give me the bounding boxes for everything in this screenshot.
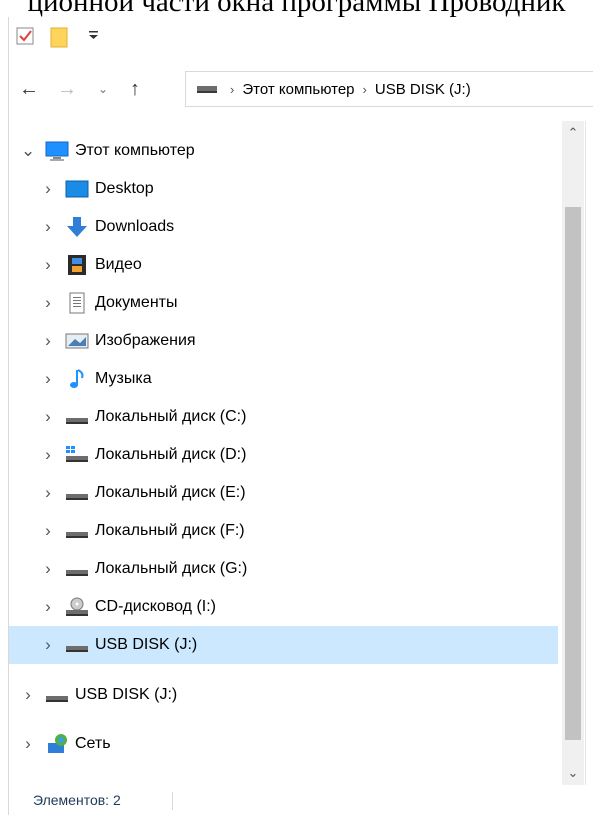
status-divider	[172, 792, 173, 810]
chevron-right-icon[interactable]: ›	[41, 255, 55, 275]
tree-item-usb-disk-selected[interactable]: › USB DISK (J:)	[9, 626, 558, 664]
chevron-right-icon[interactable]: ›	[41, 217, 55, 237]
chevron-right-icon[interactable]: ›	[41, 331, 55, 351]
explorer-window: ← → ⌄ ↑ › Этот компьютер › USB DISK (J:)…	[8, 17, 593, 815]
tree-item-drive-d[interactable]: › Локальный диск (D:)	[41, 436, 246, 474]
tree-item-label: Музыка	[95, 370, 152, 387]
drive-icon	[65, 482, 89, 504]
tree-item-desktop[interactable]: › Desktop	[41, 170, 154, 208]
breadcrumb-item[interactable]: USB DISK (J:)	[375, 81, 471, 98]
properties-icon[interactable]	[15, 25, 37, 52]
download-icon	[65, 216, 89, 238]
content-pane-edge	[585, 121, 593, 785]
chevron-right-icon[interactable]: ›	[41, 635, 55, 655]
desktop-icon	[65, 178, 89, 200]
chevron-right-icon[interactable]: ›	[21, 734, 35, 754]
tree-item-label: Локальный диск (D:)	[95, 446, 247, 463]
drive-icon	[196, 81, 218, 98]
tree-item-label: USB DISK (J:)	[75, 686, 178, 703]
tree-item-label: Видео	[95, 256, 142, 273]
chevron-right-icon[interactable]: ›	[41, 407, 55, 427]
chevron-right-icon[interactable]: ›	[41, 559, 55, 579]
video-icon	[65, 254, 89, 276]
network-icon	[45, 733, 69, 755]
item-count: Элементов: 2	[33, 792, 121, 808]
chevron-right-icon[interactable]: ›	[41, 521, 55, 541]
chevron-right-icon[interactable]: ›	[41, 483, 55, 503]
tree-item-video[interactable]: › Видео	[41, 246, 142, 284]
scroll-down-icon[interactable]: ⌄	[562, 761, 584, 785]
tree-item-pictures[interactable]: › Изображения	[41, 322, 196, 360]
drive-icon	[65, 406, 89, 428]
tree-item-this-pc[interactable]: ⌄ Этот компьютер	[21, 132, 195, 170]
chevron-right-icon[interactable]: ›	[41, 369, 55, 389]
back-icon[interactable]: ←	[15, 75, 43, 103]
usb-drive-icon	[65, 634, 89, 656]
chevron-right-icon[interactable]: ›	[41, 445, 55, 465]
navigation-pane: ⌄ Этот компьютер › Desktop › Downloads ›	[9, 121, 562, 761]
status-bar: Элементов: 2	[9, 785, 593, 815]
tree-item-drive-e[interactable]: › Локальный диск (E:)	[41, 474, 246, 512]
page-caption: ционной части окна программы Проводник	[27, 0, 566, 18]
tree-item-label: USB DISK (J:)	[95, 636, 198, 653]
tree-item-label: Сеть	[75, 735, 111, 752]
vertical-scrollbar[interactable]: ⌃ ⌄	[562, 121, 584, 785]
tree-item-drive-f[interactable]: › Локальный диск (F:)	[41, 512, 245, 550]
quick-access-toolbar	[9, 17, 593, 55]
forward-icon[interactable]: →	[53, 75, 81, 103]
tree-item-label: Desktop	[95, 180, 154, 197]
chevron-right-icon[interactable]: ›	[230, 82, 234, 97]
tree-item-label: Изображения	[95, 332, 196, 349]
tree-item-documents[interactable]: › Документы	[41, 284, 177, 322]
tree-item-cd-drive[interactable]: › CD-дисковод (I:)	[41, 588, 216, 626]
tree-item-label: Документы	[95, 294, 178, 311]
tree-item-label: Локальный диск (E:)	[95, 484, 246, 501]
tree-item-downloads[interactable]: › Downloads	[41, 208, 174, 246]
chevron-right-icon[interactable]: ›	[41, 597, 55, 617]
chevron-right-icon[interactable]: ›	[41, 293, 55, 313]
tree-item-drive-c[interactable]: › Локальный диск (C:)	[41, 398, 246, 436]
up-icon[interactable]: ↑	[121, 75, 149, 103]
system-drive-icon	[65, 444, 89, 466]
tree-item-network[interactable]: › Сеть	[21, 725, 111, 763]
usb-drive-icon	[45, 684, 69, 706]
computer-icon	[45, 140, 69, 162]
new-folder-icon[interactable]	[49, 25, 71, 54]
tree-item-label: Локальный диск (F:)	[95, 522, 245, 539]
music-icon	[65, 368, 89, 390]
tree-item-label: CD-дисковод (I:)	[95, 598, 216, 615]
scroll-up-icon[interactable]: ⌃	[562, 121, 584, 145]
customize-toolbar-icon[interactable]	[87, 28, 101, 47]
scrollbar-thumb[interactable]	[565, 207, 581, 740]
tree-item-label: Локальный диск (C:)	[95, 408, 247, 425]
tree-item-music[interactable]: › Музыка	[41, 360, 152, 398]
tree-item-usb-disk[interactable]: › USB DISK (J:)	[21, 676, 177, 714]
drive-icon	[65, 520, 89, 542]
documents-icon	[65, 292, 89, 314]
tree-item-label: Этот компьютер	[75, 142, 195, 159]
chevron-down-icon[interactable]: ⌄	[21, 141, 35, 161]
tree-item-label: Downloads	[95, 218, 175, 235]
drive-icon	[65, 558, 89, 580]
cd-drive-icon	[65, 596, 89, 618]
chevron-right-icon[interactable]: ›	[21, 685, 35, 705]
address-bar[interactable]: › Этот компьютер › USB DISK (J:)	[185, 71, 593, 107]
tree-item-label: Локальный диск (G:)	[95, 560, 248, 577]
tree-item-drive-g[interactable]: › Локальный диск (G:)	[41, 550, 247, 588]
chevron-right-icon[interactable]: ›	[363, 82, 367, 97]
breadcrumb-item[interactable]: Этот компьютер	[242, 81, 354, 98]
navigation-bar: ← → ⌄ ↑ › Этот компьютер › USB DISK (J:)	[9, 69, 593, 109]
pictures-icon	[65, 330, 89, 352]
chevron-right-icon[interactable]: ›	[41, 179, 55, 199]
recent-locations-icon[interactable]: ⌄	[89, 75, 117, 103]
